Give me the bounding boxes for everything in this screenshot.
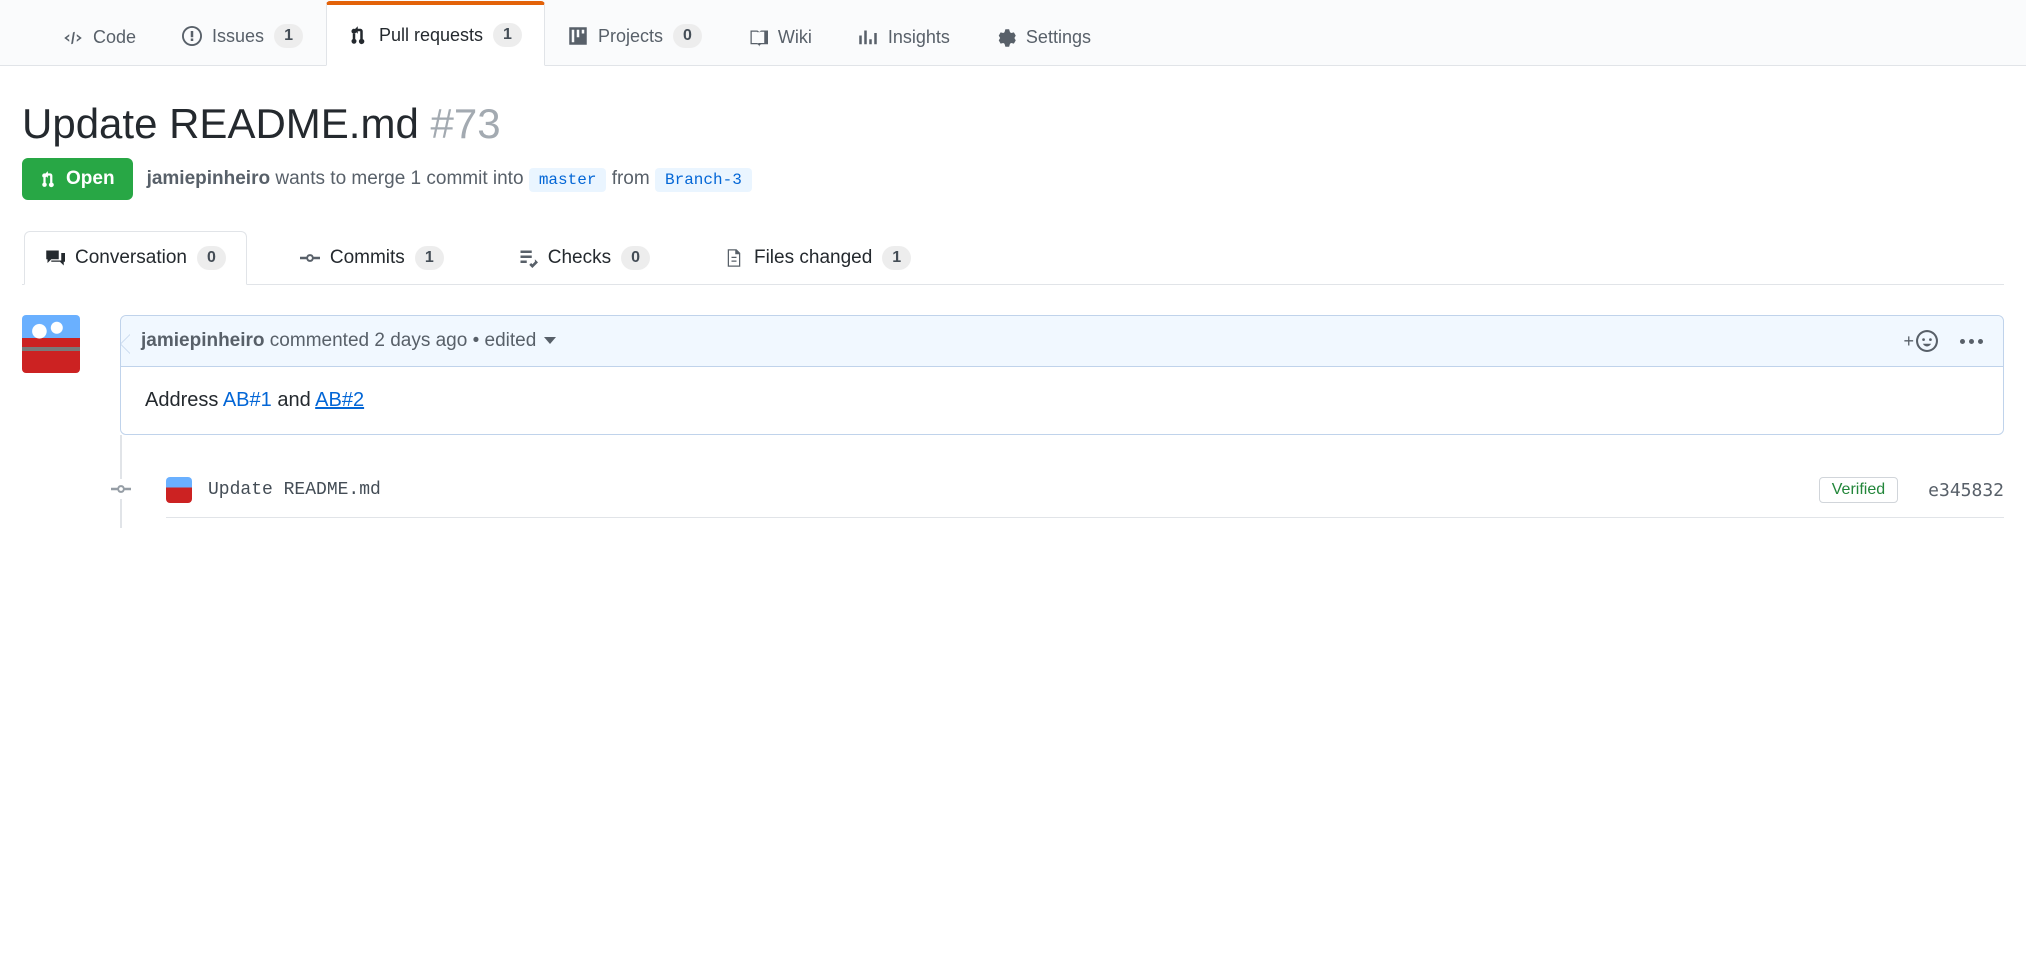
ab-link-1[interactable]: AB#1 (223, 389, 272, 411)
comment-header: jamiepinheiro commented 2 days ago • edi… (121, 316, 2003, 367)
graph-icon (858, 28, 878, 48)
pr-meta: Open jamiepinheiro wants to merge 1 comm… (22, 158, 2004, 200)
tab-pull-requests[interactable]: Pull requests 1 (326, 1, 545, 66)
ab-link-2[interactable]: AB#2 (315, 389, 364, 411)
commit-node-icon (111, 479, 131, 499)
code-icon (63, 28, 83, 48)
tab-settings-label: Settings (1026, 27, 1091, 48)
tab-pulls-count: 1 (493, 23, 522, 47)
tab-projects-count: 0 (673, 24, 702, 48)
pr-state-text: Open (66, 168, 115, 190)
subtab-commits[interactable]: Commits 1 (279, 231, 465, 285)
comment-text-between: and (272, 389, 315, 411)
base-branch[interactable]: master (529, 168, 607, 192)
tab-issues[interactable]: Issues 1 (159, 2, 326, 66)
tab-code-label: Code (93, 27, 136, 48)
comment-author[interactable]: jamiepinheiro (141, 330, 265, 351)
commit-row: Update README.md Verified e345832 (166, 469, 2004, 518)
add-reaction-button[interactable]: + (1903, 330, 1938, 352)
commit-message[interactable]: Update README.md (208, 480, 381, 500)
tab-projects-label: Projects (598, 26, 663, 47)
pr-title: Update README.md #73 (22, 100, 2004, 148)
head-branch[interactable]: Branch-3 (655, 168, 752, 192)
tab-wiki-label: Wiki (778, 27, 812, 48)
commit-author-avatar[interactable] (166, 477, 192, 503)
comment-body: Address AB#1 and AB#2 (121, 367, 2003, 434)
smiley-icon (1916, 330, 1938, 352)
subtab-checks[interactable]: Checks 0 (497, 231, 671, 285)
pr-wants-text: wants to merge 1 commit into (270, 168, 529, 189)
checklist-icon (518, 248, 538, 268)
commit-sha[interactable]: e345832 (1928, 480, 2004, 501)
file-diff-icon (724, 248, 744, 268)
subtab-commits-label: Commits (330, 247, 405, 269)
subtab-conversation-label: Conversation (75, 247, 187, 269)
avatar[interactable] (22, 315, 80, 373)
tab-code[interactable]: Code (40, 5, 159, 66)
subtab-conversation[interactable]: Conversation 0 (24, 231, 247, 285)
subtab-files-count: 1 (882, 246, 911, 270)
comment-box: jamiepinheiro commented 2 days ago • edi… (120, 315, 2004, 435)
git-commit-icon (300, 248, 320, 268)
comment-menu-button[interactable] (1960, 339, 1983, 344)
pr-subtabs: Conversation 0 Commits 1 Checks 0 Files … (22, 230, 2004, 285)
pr-author[interactable]: jamiepinheiro (147, 168, 271, 189)
pr-from-text: from (606, 168, 655, 189)
tab-pulls-label: Pull requests (379, 25, 483, 46)
git-pull-request-icon (40, 170, 58, 188)
subtab-files-label: Files changed (754, 247, 872, 269)
comment-discussion-icon (45, 248, 65, 268)
timeline: jamiepinheiro commented 2 days ago • edi… (22, 315, 2004, 435)
book-icon (748, 28, 768, 48)
pr-state-badge: Open (22, 158, 133, 200)
edited-dropdown-caret[interactable] (544, 337, 556, 344)
subtab-checks-label: Checks (548, 247, 611, 269)
subtab-conversation-count: 0 (197, 246, 226, 270)
tab-issues-label: Issues (212, 26, 264, 47)
subtab-files[interactable]: Files changed 1 (703, 231, 932, 285)
tab-projects[interactable]: Projects 0 (545, 2, 725, 66)
commit-list: Update README.md Verified e345832 (120, 435, 2004, 528)
verified-badge[interactable]: Verified (1819, 477, 1898, 503)
pr-number: #73 (430, 100, 500, 147)
subtab-checks-count: 0 (621, 246, 650, 270)
tab-settings[interactable]: Settings (973, 5, 1114, 66)
tab-insights-label: Insights (888, 27, 950, 48)
pr-title-text: Update README.md (22, 100, 419, 147)
tab-insights[interactable]: Insights (835, 5, 973, 66)
repo-tabs: Code Issues 1 Pull requests 1 Projects 0… (0, 0, 2026, 66)
comment-meta: commented 2 days ago • edited (265, 330, 542, 351)
gear-icon (996, 28, 1016, 48)
subtab-commits-count: 1 (415, 246, 444, 270)
tab-wiki[interactable]: Wiki (725, 5, 835, 66)
project-icon (568, 26, 588, 46)
comment-text-prefix: Address (145, 389, 223, 411)
tab-issues-count: 1 (274, 24, 303, 48)
git-pull-request-icon (349, 25, 369, 45)
issue-icon (182, 26, 202, 46)
